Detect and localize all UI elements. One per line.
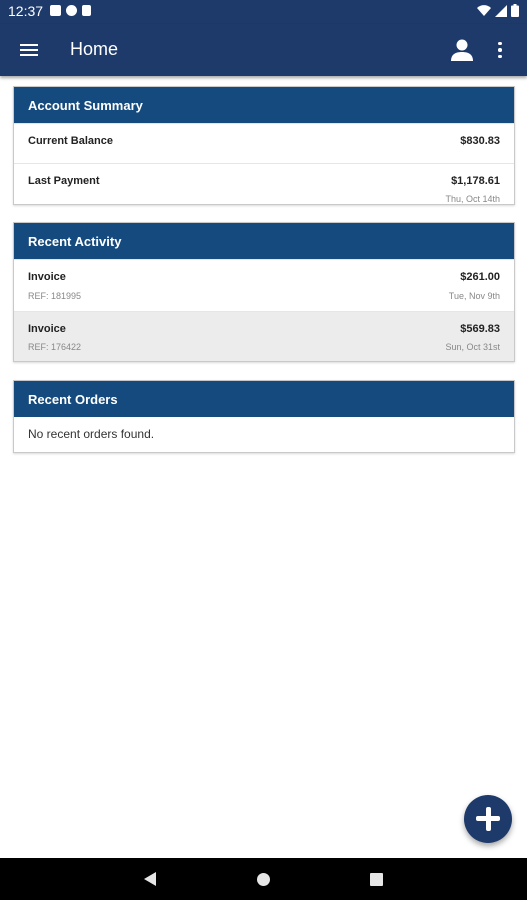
recent-orders-card: Recent Orders No recent orders found. [13, 380, 515, 453]
activity-row[interactable]: Invoice $569.83 REF: 176422 Sun, Oct 31s… [14, 311, 514, 361]
account-summary-title: Account Summary [14, 87, 514, 123]
activity-type: Invoice [28, 271, 66, 283]
activity-date: Sun, Oct 31st [445, 342, 500, 352]
page-title: Home [70, 39, 119, 59]
recent-orders-empty-message: No recent orders found. [28, 427, 155, 441]
activity-amount: $569.83 [460, 323, 500, 335]
sd-card-icon [82, 5, 91, 16]
status-bar: 12:37 [0, 0, 527, 24]
last-payment-value: $1,178.61 [451, 175, 500, 187]
current-balance-value: $830.83 [460, 135, 500, 147]
recent-activity-card: Recent Activity Invoice $261.00 REF: 181… [13, 222, 515, 362]
status-time: 12:37 [8, 3, 44, 19]
add-button[interactable] [464, 795, 512, 843]
status-icons-right [477, 4, 519, 17]
battery-icon [511, 4, 519, 17]
last-payment-row[interactable]: Last Payment $1,178.61 Thu, Oct 14th [14, 163, 514, 205]
sim-icon [50, 5, 61, 16]
recents-icon[interactable] [370, 873, 383, 886]
recent-orders-title: Recent Orders [14, 381, 514, 417]
recent-activity-title: Recent Activity [14, 223, 514, 259]
add-icon-stroke [485, 807, 491, 831]
account-icon[interactable] [449, 37, 475, 63]
last-payment-date: Thu, Oct 14th [445, 194, 500, 204]
activity-type: Invoice [28, 323, 66, 335]
current-balance-label: Current Balance [28, 135, 113, 147]
wifi-icon [477, 4, 491, 16]
app-bar: Home [0, 24, 527, 76]
current-balance-row[interactable]: Current Balance $830.83 [14, 123, 514, 163]
status-icons-left [50, 5, 91, 16]
activity-amount: $261.00 [460, 271, 500, 283]
activity-date: Tue, Nov 9th [448, 291, 500, 301]
activity-row[interactable]: Invoice $261.00 REF: 181995 Tue, Nov 9th [14, 259, 514, 311]
system-nav-bar [0, 858, 527, 900]
menu-icon[interactable] [20, 38, 44, 62]
back-icon[interactable] [144, 872, 156, 886]
account-summary-card: Account Summary Current Balance $830.83 … [13, 86, 515, 205]
activity-ref: REF: 176422 [28, 342, 82, 352]
signal-icon [495, 4, 507, 17]
activity-ref: REF: 181995 [28, 291, 82, 301]
cast-icon [66, 5, 77, 16]
last-payment-label: Last Payment [28, 175, 100, 187]
home-icon[interactable] [257, 873, 270, 886]
more-vert-icon[interactable] [495, 38, 505, 62]
